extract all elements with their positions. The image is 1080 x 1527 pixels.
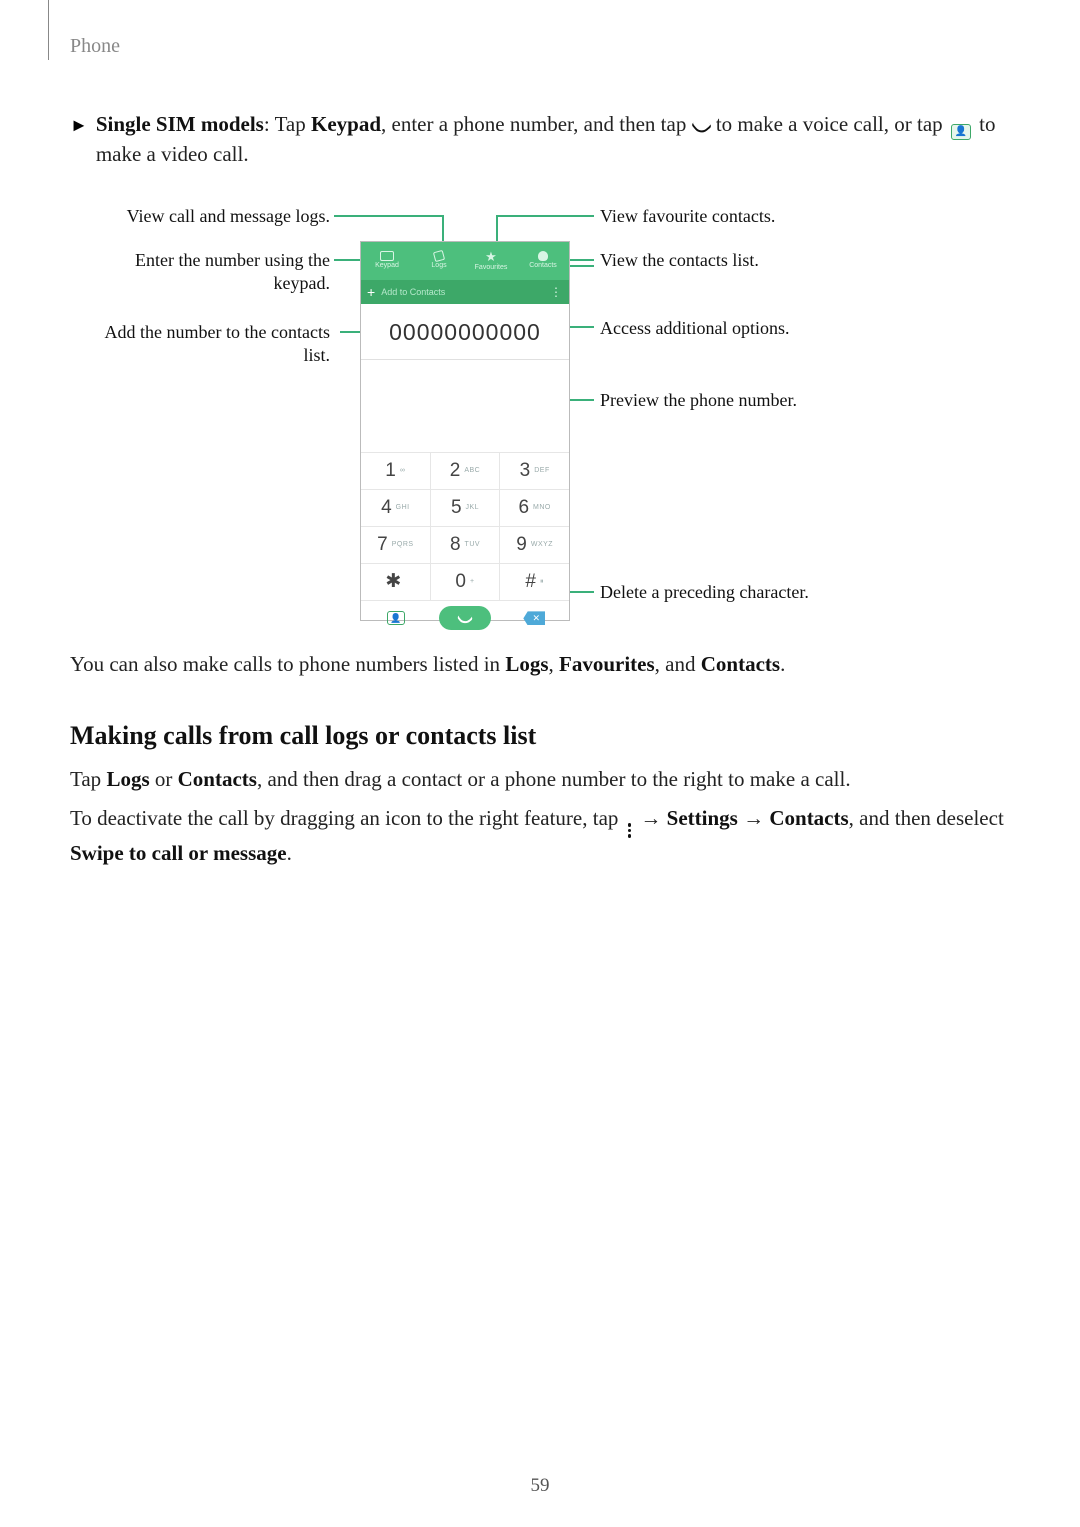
key-6[interactable]: 6MNO bbox=[500, 490, 569, 526]
intro-text-2: , enter a phone number, and then tap bbox=[381, 112, 692, 136]
plus-icon[interactable]: + bbox=[367, 285, 375, 299]
tab-contacts-label: Contacts bbox=[529, 261, 557, 271]
key-8[interactable]: 8TUV bbox=[431, 527, 501, 563]
bullet-triangle: ► bbox=[70, 113, 88, 138]
intro-text-3: to make a voice call, or tap bbox=[711, 112, 948, 136]
star-icon: ★ bbox=[485, 250, 497, 263]
key-7[interactable]: 7PQRS bbox=[361, 527, 431, 563]
section2-p2: To deactivate the call by dragging an ic… bbox=[70, 803, 1010, 868]
tab-contacts[interactable]: Contacts bbox=[517, 242, 569, 280]
phone-mock: Keypad Logs ★ Favourites Contacts + Add … bbox=[360, 241, 570, 621]
key-2[interactable]: 2ABC bbox=[431, 453, 501, 489]
key-1[interactable]: 1∞ bbox=[361, 453, 431, 489]
callout-keypad-2: keypad. bbox=[70, 272, 330, 295]
key-hash[interactable]: #⏸ bbox=[500, 564, 569, 600]
key-3[interactable]: 3DEF bbox=[500, 453, 569, 489]
tab-logs[interactable]: Logs bbox=[413, 242, 465, 280]
call-button[interactable] bbox=[430, 601, 499, 635]
tab-favourites[interactable]: ★ Favourites bbox=[465, 242, 517, 280]
intro-text-1: : Tap bbox=[264, 112, 311, 136]
keypad-icon bbox=[380, 251, 394, 261]
more-vertical-icon bbox=[628, 823, 632, 838]
key-0[interactable]: 0+ bbox=[431, 564, 501, 600]
add-to-contacts-label[interactable]: Add to Contacts bbox=[381, 286, 445, 299]
phone-icon bbox=[691, 115, 712, 136]
delete-button[interactable]: ✕ bbox=[500, 601, 569, 635]
intro-keypad: Keypad bbox=[311, 112, 381, 136]
tab-keypad[interactable]: Keypad bbox=[361, 242, 413, 280]
callout-keypad-1: Enter the number using the bbox=[70, 249, 330, 272]
backspace-icon: ✕ bbox=[523, 611, 545, 625]
tab-logs-label: Logs bbox=[431, 261, 446, 271]
section2-p1: Tap Logs or Contacts, and then drag a co… bbox=[70, 764, 1010, 794]
video-icon: 👤 bbox=[387, 611, 405, 625]
callout-addcontact-1: Add the number to the contacts bbox=[60, 321, 330, 344]
tab-fav-label: Favourites bbox=[475, 263, 508, 273]
intro-lead: Single SIM models bbox=[96, 112, 264, 136]
diagram: View call and message logs. Enter the nu… bbox=[70, 199, 1010, 629]
callout-logs: View call and message logs. bbox=[70, 205, 330, 228]
page-number: 59 bbox=[0, 1475, 1080, 1497]
callout-options: Access additional options. bbox=[600, 317, 789, 340]
key-9[interactable]: 9WXYZ bbox=[500, 527, 569, 563]
key-4[interactable]: 4GHI bbox=[361, 490, 431, 526]
callout-contacts: View the contacts list. bbox=[600, 249, 759, 272]
callout-addcontact-2: list. bbox=[60, 344, 330, 367]
callout-fav: View favourite contacts. bbox=[600, 205, 775, 228]
user-icon bbox=[538, 251, 548, 261]
intro-line: ► Single SIM models: Tap Keypad, enter a… bbox=[70, 110, 1010, 169]
after-diagram-text: You can also make calls to phone numbers… bbox=[70, 649, 1010, 679]
callout-delete: Delete a preceding character. bbox=[600, 581, 809, 604]
key-star[interactable]: ✱ bbox=[361, 564, 431, 600]
video-call-button[interactable]: 👤 bbox=[361, 601, 430, 635]
callout-preview: Preview the phone number. bbox=[600, 389, 797, 412]
page-header: Phone bbox=[70, 35, 120, 58]
number-display: 00000000000 bbox=[361, 304, 569, 360]
section-heading: Making calls from call logs or contacts … bbox=[70, 718, 1010, 754]
tab-keypad-label: Keypad bbox=[375, 261, 399, 271]
call-icon bbox=[457, 610, 474, 627]
more-icon[interactable]: ⋮ bbox=[550, 284, 563, 301]
key-5[interactable]: 5JKL bbox=[431, 490, 501, 526]
video-call-icon: 👤 bbox=[951, 124, 971, 140]
